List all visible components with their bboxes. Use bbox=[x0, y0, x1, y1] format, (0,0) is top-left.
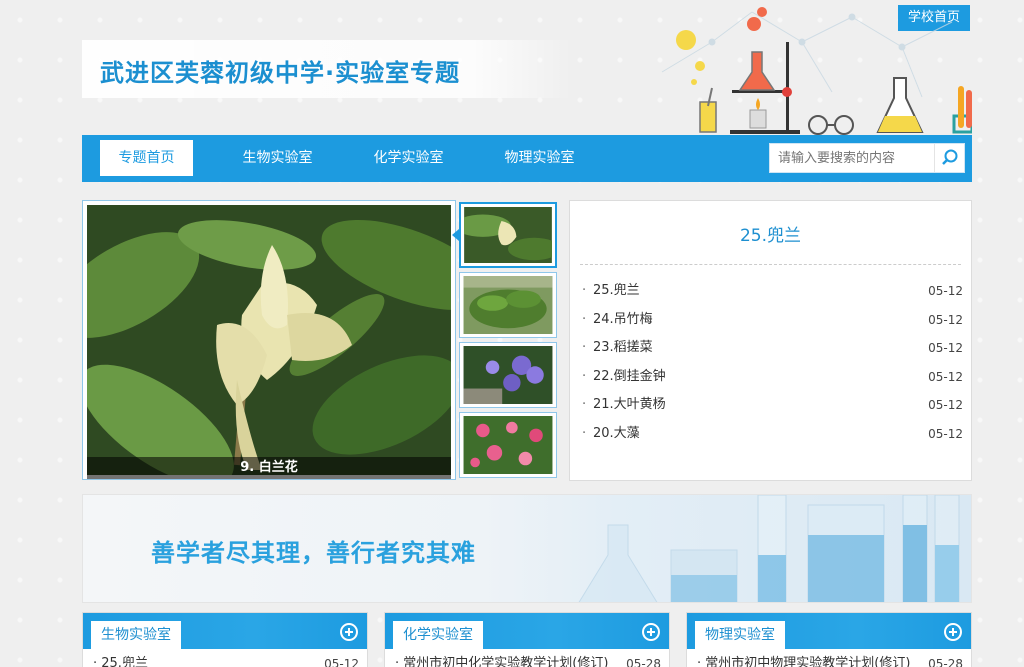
nav-item-biology-lab[interactable]: 生物实验室 bbox=[226, 140, 329, 176]
nav-item-home[interactable]: 专题首页 bbox=[100, 140, 193, 176]
search-input[interactable] bbox=[770, 144, 934, 172]
white-magnolia-photo bbox=[87, 205, 451, 475]
news-title: 21.大叶黄杨 bbox=[593, 397, 666, 412]
news-title: 23.稻搓菜 bbox=[593, 340, 653, 355]
plus-icon[interactable] bbox=[944, 623, 962, 641]
column-item-date: 05-28 bbox=[626, 657, 661, 667]
list-item[interactable]: 21.大叶黄杨 05-12 bbox=[582, 391, 963, 420]
active-thumb-indicator bbox=[452, 229, 459, 241]
column-tab-biology[interactable]: 生物实验室 bbox=[91, 621, 181, 651]
lab-equipment-illustration bbox=[661, 7, 972, 135]
news-title: 20.大藻 bbox=[593, 425, 640, 441]
nav-item-chemistry-lab[interactable]: 化学实验室 bbox=[357, 140, 460, 176]
main-nav: 专题首页 生物实验室 化学实验室 物理实验室 bbox=[82, 135, 972, 182]
news-title: 25.兜兰 bbox=[593, 283, 640, 298]
chemistry-lab-column: 化学实验室 · 常州市初中化学实验教学计划(修订) 05-28 bbox=[384, 612, 670, 667]
slide-image[interactable] bbox=[87, 205, 451, 475]
news-date: 05-12 bbox=[928, 341, 963, 355]
news-title: 24.吊竹梅 bbox=[593, 311, 653, 327]
thumbnail-magnolia[interactable] bbox=[459, 202, 557, 268]
news-list: 25.兜兰 05-12 24.吊竹梅 05-12 23.稻搓菜 05-12 22.倒挂… bbox=[582, 277, 963, 448]
column-header: 生物实验室 bbox=[83, 613, 367, 651]
search-box bbox=[769, 143, 965, 173]
shrub-thumb-image bbox=[463, 276, 553, 334]
news-date: 05-12 bbox=[928, 312, 963, 327]
news-date: 05-12 bbox=[928, 369, 963, 384]
column-item-date: 05-12 bbox=[324, 657, 359, 667]
column-item-date: 05-28 bbox=[928, 657, 963, 667]
list-item[interactable]: 22.倒挂金钟 05-12 bbox=[582, 363, 963, 392]
news-date: 05-12 bbox=[928, 398, 963, 412]
hydrangea-thumb-image bbox=[463, 346, 553, 404]
thumbnail-shrub[interactable] bbox=[459, 272, 557, 338]
column-header: 化学实验室 bbox=[385, 613, 669, 651]
motto-banner: 善学者尽其理，善行者究其难 bbox=[82, 494, 972, 603]
news-headline[interactable]: 25.兜兰 bbox=[570, 221, 971, 246]
magnolia-thumb-image bbox=[464, 207, 552, 263]
news-date: 05-12 bbox=[928, 426, 963, 441]
list-item[interactable]: 23.稻搓菜 05-12 bbox=[582, 334, 963, 363]
column-item-title: · 常州市初中化学实验教学计划(修订) bbox=[395, 656, 609, 667]
column-item-title: · 25.兜兰 bbox=[93, 656, 148, 667]
zinnia-thumb-image bbox=[463, 416, 553, 474]
list-item[interactable]: 25.兜兰 05-12 bbox=[582, 277, 963, 306]
biology-lab-column: 生物实验室 · 25.兜兰 05-12 bbox=[82, 612, 368, 667]
search-button[interactable] bbox=[934, 144, 964, 172]
column-tab-chemistry[interactable]: 化学实验室 bbox=[393, 621, 483, 651]
list-item[interactable]: 24.吊竹梅 05-12 bbox=[582, 306, 963, 335]
plus-icon[interactable] bbox=[340, 623, 358, 641]
column-item-title: · 常州市初中物理实验教学计划(修订) bbox=[697, 656, 911, 667]
list-item[interactable]: 20.大藻 05-12 bbox=[582, 420, 963, 449]
news-date: 05-12 bbox=[928, 284, 963, 298]
school-motto: 善学者尽其理，善行者究其难 bbox=[151, 539, 476, 567]
column-header: 物理实验室 bbox=[687, 613, 971, 651]
news-panel: 25.兜兰 25.兜兰 05-12 24.吊竹梅 05-12 23.稻搓菜 05-12… bbox=[569, 200, 972, 481]
plus-icon[interactable] bbox=[642, 623, 660, 641]
news-title: 22.倒挂金钟 bbox=[593, 368, 666, 384]
thumbnail-hydrangea[interactable] bbox=[459, 342, 557, 408]
news-divider bbox=[580, 264, 961, 265]
site-header: 武进区芙蓉初级中学·实验室专题 bbox=[82, 7, 972, 136]
search-icon bbox=[942, 149, 958, 165]
site-title: 武进区芙蓉初级中学·实验室专题 bbox=[100, 59, 461, 87]
slide-caption: 9. 白兰花 bbox=[87, 457, 451, 479]
nav-item-physics-lab[interactable]: 物理实验室 bbox=[488, 140, 591, 176]
physics-lab-column: 物理实验室 · 常州市初中物理实验教学计划(修订) 05-28 bbox=[686, 612, 972, 667]
slideshow-main[interactable]: 9. 白兰花 bbox=[82, 200, 456, 480]
column-tab-physics[interactable]: 物理实验室 bbox=[695, 621, 785, 651]
thumbnail-zinnia[interactable] bbox=[459, 412, 557, 478]
